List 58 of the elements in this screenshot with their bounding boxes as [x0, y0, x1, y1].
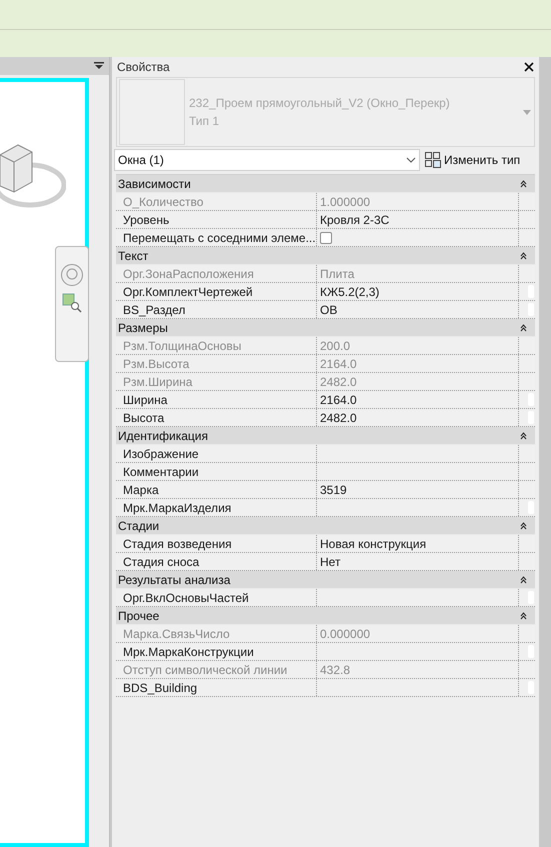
group-header[interactable]: Идентификация [116, 427, 535, 445]
dropdown-menu-icon[interactable] [94, 62, 104, 70]
group-header[interactable]: Стадии [116, 517, 535, 535]
chevron-down-icon [406, 157, 416, 163]
property-value[interactable]: 2164.0 [320, 390, 357, 408]
property-label: Рзм.Высота [123, 356, 190, 372]
type-family-name: 232_Проем прямоугольный_V2 (Окно_Перекр) [189, 95, 451, 112]
group-header[interactable]: Размеры [116, 319, 535, 337]
zoom-icon[interactable] [62, 293, 82, 313]
property-label: Уровень [123, 212, 170, 228]
collapse-icon [520, 432, 527, 440]
property-label: Стадия сноса [123, 554, 200, 570]
collapse-icon [520, 612, 527, 620]
close-icon[interactable] [524, 62, 534, 72]
property-label: Рзм.Ширина [123, 374, 192, 390]
collapse-icon [520, 324, 527, 332]
property-label: Марка.СвязьЧисло [123, 626, 230, 642]
property-label: Изображение [123, 446, 199, 462]
checkbox[interactable] [320, 232, 332, 244]
property-label: Ширина [123, 392, 168, 408]
property-label: Перемещать с соседними элеме... [123, 230, 316, 246]
property-label: BS_Раздел [123, 302, 186, 318]
property-label: Отступ символической линии [123, 662, 288, 678]
property-label: Мрк.МаркаИзделия [123, 500, 232, 516]
property-label: Орг.ЗонаРасположения [123, 266, 254, 282]
property-value[interactable]: Нет [320, 552, 340, 570]
property-label: Орг.КомплектЧертежей [123, 284, 253, 300]
property-value[interactable]: Кровля 2-3С [320, 210, 390, 228]
property-label: Рзм.ТолщинаОсновы [123, 338, 242, 354]
collapse-icon [520, 576, 527, 584]
type-preview [119, 79, 185, 145]
steering-wheel-icon[interactable] [60, 263, 84, 287]
property-value[interactable]: 2482.0 [320, 408, 357, 426]
collapse-icon [520, 180, 527, 188]
property-label: Мрк.МаркаКонструкции [123, 644, 254, 660]
property-value[interactable]: ОВ [320, 300, 338, 318]
collapse-icon [520, 522, 527, 530]
property-label: Комментарии [123, 464, 199, 480]
edit-type-button[interactable]: Изменить тип [424, 149, 522, 171]
collapse-icon [520, 252, 527, 260]
edit-type-icon [425, 152, 441, 168]
property-label: Марка [123, 482, 159, 498]
group-header[interactable]: Текст [116, 247, 535, 265]
property-value[interactable]: КЖ5.2(2,3) [320, 282, 380, 300]
caret-icon [523, 110, 531, 114]
property-label: BDS_Building [123, 680, 198, 696]
panel-title: Свойства [117, 59, 170, 76]
group-header[interactable]: Зависимости [116, 175, 535, 193]
property-label: Орг.ВклОсновыЧастей [123, 590, 249, 606]
property-label: Стадия возведения [123, 536, 232, 552]
property-value[interactable]: Новая конструкция [320, 534, 426, 552]
property-label: О_Количество [123, 194, 204, 210]
group-header[interactable]: Результаты анализа [116, 571, 535, 589]
property-value[interactable]: 3519 [320, 480, 347, 498]
category-dropdown[interactable]: Окна (1) [114, 149, 420, 171]
type-name: Тип 1 [189, 113, 220, 130]
property-label: Высота [123, 410, 164, 426]
group-header[interactable]: Прочее [116, 607, 535, 625]
